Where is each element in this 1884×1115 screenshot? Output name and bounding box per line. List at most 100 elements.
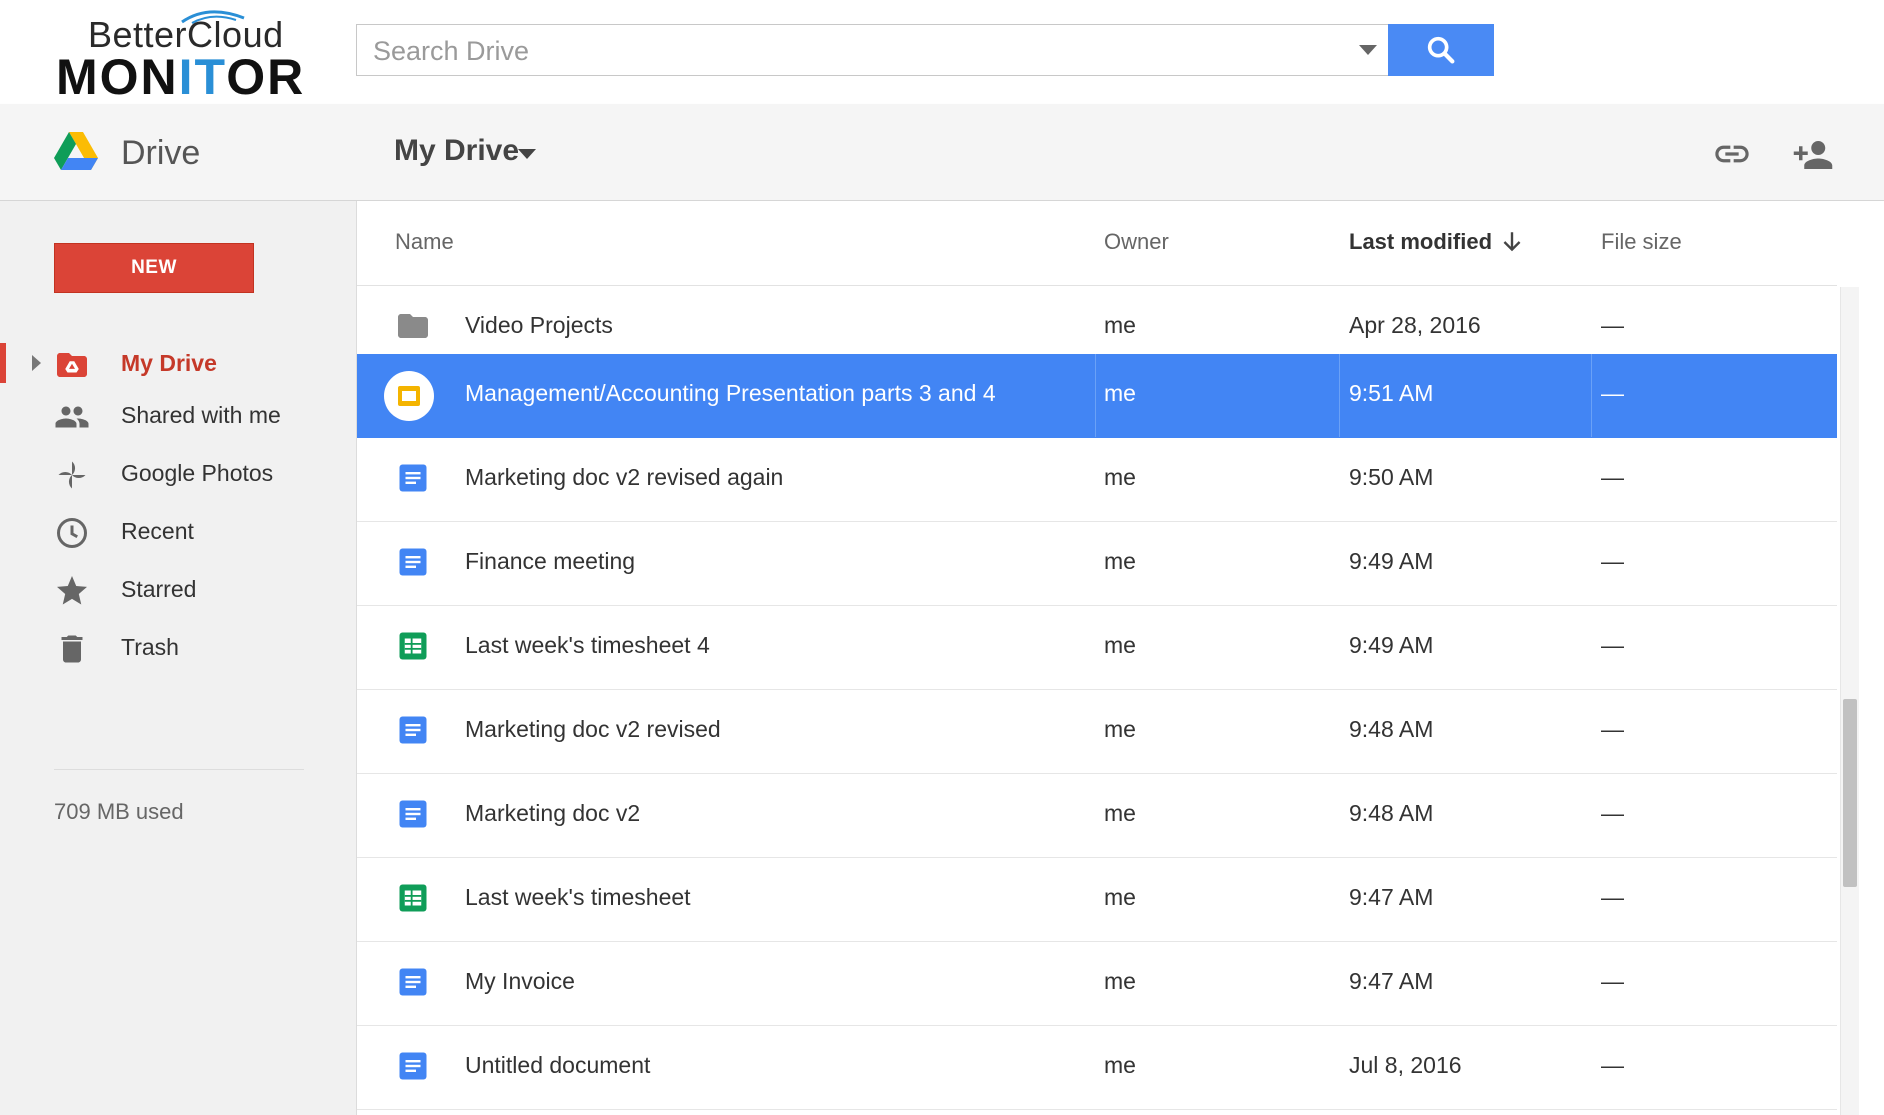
- table-row[interactable]: Marketing doc v2 revised me 9:48 AM —: [357, 690, 1837, 774]
- sidebar-item-label: Recent: [121, 518, 194, 544]
- google-doc-icon: [399, 548, 427, 576]
- google-doc-icon: [399, 1052, 427, 1080]
- file-owner: me: [1104, 716, 1136, 742]
- file-modified: 9:50 AM: [1349, 464, 1434, 490]
- file-name: Video Projects: [465, 312, 613, 338]
- column-header-owner[interactable]: Owner: [1104, 229, 1169, 255]
- sidebar-item-my-drive[interactable]: My Drive: [0, 335, 356, 391]
- table-row[interactable]: Untitled document me Jul 8, 2016 —: [357, 1026, 1837, 1110]
- logo-line-2: MONITOR: [56, 49, 306, 105]
- file-size: —: [1601, 1052, 1624, 1078]
- folder-icon: [398, 314, 428, 338]
- table-row[interactable]: Finance meeting me 9:49 AM —: [357, 522, 1837, 606]
- scrollbar-thumb[interactable]: [1843, 699, 1857, 887]
- file-owner: me: [1104, 464, 1136, 490]
- column-headers: Name Owner Last modified File size: [357, 201, 1837, 286]
- app-title[interactable]: Drive: [121, 134, 200, 173]
- search-input[interactable]: [371, 25, 1315, 77]
- file-size: —: [1601, 968, 1624, 994]
- sidebar-item-starred[interactable]: Starred: [0, 561, 356, 617]
- file-owner: me: [1104, 632, 1136, 658]
- table-row[interactable]: My Invoice me 9:47 AM —: [357, 942, 1837, 1026]
- google-doc-icon: [399, 968, 427, 996]
- file-name: Finance meeting: [465, 548, 636, 574]
- file-name: Untitled document: [465, 1052, 651, 1078]
- link-icon[interactable]: [1712, 134, 1752, 174]
- search-icon: [1427, 36, 1455, 64]
- file-owner: me: [1104, 800, 1136, 826]
- sidebar-item-recent[interactable]: Recent: [0, 503, 356, 559]
- google-sheet-icon: [399, 884, 427, 912]
- top-banner: BetterCloud MONITOR: [0, 0, 1884, 105]
- file-size: —: [1601, 464, 1624, 490]
- slides-icon: [384, 371, 434, 421]
- location-dropdown-icon[interactable]: [518, 149, 536, 159]
- file-list: Name Owner Last modified File size Video…: [357, 201, 1884, 1115]
- selection-indicator: [0, 343, 6, 383]
- file-modified: 9:48 AM: [1349, 716, 1434, 742]
- file-name: My Invoice: [465, 968, 575, 994]
- file-modified: 9:47 AM: [1349, 884, 1434, 910]
- file-modified: Jul 8, 2016: [1349, 1052, 1462, 1078]
- column-header-file-size[interactable]: File size: [1601, 229, 1682, 255]
- sidebar-item-label: Shared with me: [121, 402, 281, 428]
- search-button[interactable]: [1388, 24, 1494, 76]
- file-name: Last week's timesheet: [465, 884, 691, 910]
- column-separator: [1591, 354, 1592, 437]
- file-size: —: [1601, 548, 1624, 574]
- location-title[interactable]: My Drive: [394, 134, 519, 168]
- file-owner: me: [1104, 968, 1136, 994]
- table-row[interactable]: Marketing doc v2 revised again me 9:50 A…: [357, 438, 1837, 522]
- google-sheet-icon: [399, 632, 427, 660]
- search-box: [356, 24, 1390, 77]
- file-owner: me: [1104, 1052, 1136, 1078]
- sidebar-item-label: Trash: [121, 634, 179, 660]
- file-modified: 9:49 AM: [1349, 632, 1434, 658]
- file-modified: 9:48 AM: [1349, 800, 1434, 826]
- new-button[interactable]: NEW: [54, 243, 254, 293]
- file-size: —: [1601, 716, 1624, 742]
- file-name: Management/Accounting Presentation parts…: [465, 380, 996, 406]
- file-name: Last week's timesheet 4: [465, 632, 710, 658]
- sidebar: NEW My Drive Shared with me Google Photo…: [0, 201, 357, 1115]
- google-drive-logo-icon[interactable]: [54, 132, 98, 172]
- bettercloud-monitor-logo[interactable]: BetterCloud MONITOR: [56, 8, 316, 105]
- expand-arrow-icon[interactable]: [32, 355, 41, 371]
- column-header-last-modified[interactable]: Last modified: [1349, 229, 1492, 255]
- star-icon: [57, 576, 87, 605]
- table-row-selected[interactable]: Management/Accounting Presentation parts…: [357, 354, 1837, 438]
- file-modified: 9:49 AM: [1349, 548, 1434, 574]
- sidebar-item-label: My Drive: [121, 350, 217, 376]
- sidebar-divider: [54, 769, 304, 770]
- vertical-scrollbar[interactable]: [1840, 287, 1859, 1115]
- sidebar-item-trash[interactable]: Trash: [0, 619, 356, 675]
- file-size: —: [1601, 800, 1624, 826]
- file-name: Marketing doc v2: [465, 800, 641, 826]
- storage-usage: 709 MB used: [54, 799, 184, 824]
- my-drive-icon: [57, 353, 87, 377]
- sidebar-item-google-photos[interactable]: Google Photos: [0, 445, 356, 501]
- table-row[interactable]: Marketing doc v2 me 9:48 AM —: [357, 774, 1837, 858]
- file-owner: me: [1104, 312, 1136, 338]
- sort-descending-arrow-icon[interactable]: [1499, 229, 1525, 255]
- sidebar-item-shared-with-me[interactable]: Shared with me: [0, 387, 356, 443]
- google-doc-icon: [399, 464, 427, 492]
- column-separator: [1095, 354, 1096, 437]
- file-owner: me: [1104, 548, 1136, 574]
- search-options-dropdown-icon[interactable]: [1359, 45, 1377, 55]
- file-owner: me: [1104, 884, 1136, 910]
- trash-icon: [61, 635, 83, 663]
- google-doc-icon: [399, 716, 427, 744]
- table-row[interactable]: Last week's timesheet me 9:47 AM —: [357, 858, 1837, 942]
- file-name: Marketing doc v2 revised: [465, 716, 721, 742]
- add-person-icon[interactable]: [1792, 134, 1834, 176]
- file-modified: 9:47 AM: [1349, 968, 1434, 994]
- table-row[interactable]: Last week's timesheet 4 me 9:49 AM —: [357, 606, 1837, 690]
- file-size: —: [1601, 312, 1624, 338]
- sidebar-item-label: Starred: [121, 576, 197, 602]
- file-name: Marketing doc v2 revised again: [465, 464, 784, 490]
- column-header-name[interactable]: Name: [395, 229, 454, 255]
- google-doc-icon: [399, 800, 427, 828]
- file-size: —: [1601, 884, 1624, 910]
- column-separator: [1339, 354, 1340, 437]
